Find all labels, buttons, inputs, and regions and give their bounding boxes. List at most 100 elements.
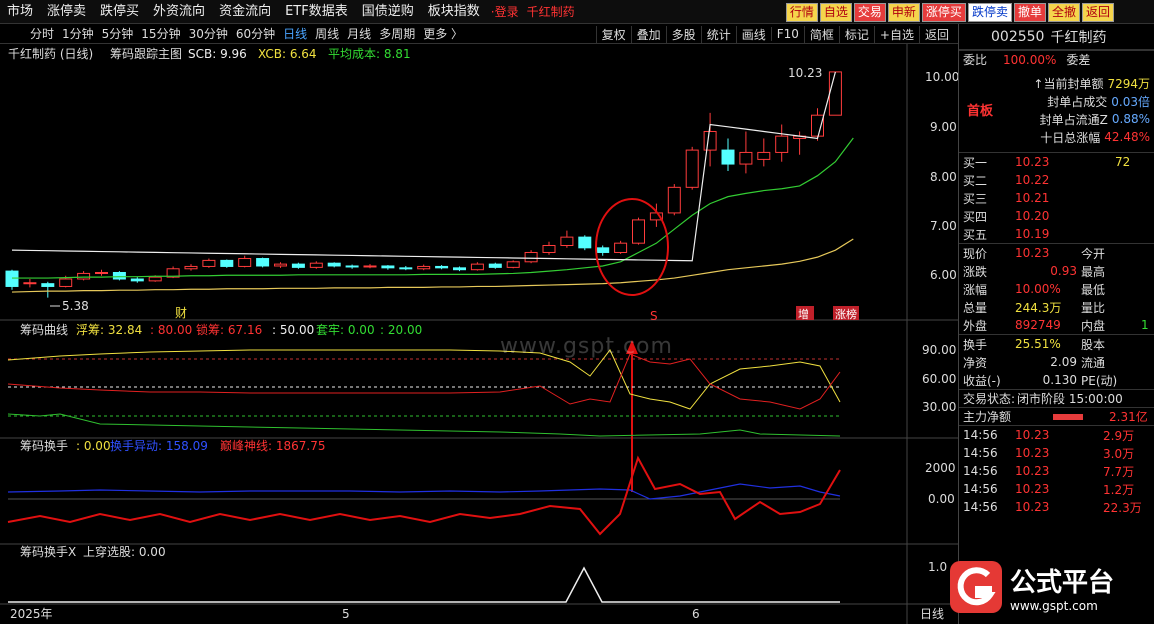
tool-simple-frame[interactable]: 简框	[803, 25, 839, 43]
bid-price: 10.23	[1015, 155, 1050, 169]
p2-name: 筹码曲线	[20, 323, 68, 337]
period-daily[interactable]: 日线	[279, 25, 311, 42]
menu-capital-flow[interactable]: 资金流向	[212, 0, 278, 24]
quote-value: 10.00%	[1015, 282, 1061, 296]
candle-body	[417, 265, 431, 270]
menu-limitdown-buy[interactable]: 跌停买	[93, 0, 146, 24]
marker-zhangbang: 涨榜	[835, 307, 857, 321]
fengdan-cj-row: 封单占成交 0.03倍	[1020, 92, 1150, 110]
menu-etf-table[interactable]: ETF数据表	[278, 0, 355, 24]
trade-button[interactable]: 交易	[853, 3, 886, 22]
fengdan-cj-value: 0.03倍	[1111, 94, 1150, 109]
candle-body	[506, 261, 520, 268]
tool-overlay[interactable]: 叠加	[630, 25, 666, 43]
quote-label: 今开	[1081, 246, 1106, 261]
tick-list: 14:56 10.23 2.9万 14:56 10.23 3.0万 14:56 …	[959, 425, 1154, 516]
candle-body	[184, 265, 198, 270]
period-60min[interactable]: 60分钟	[232, 25, 279, 42]
menu-repo[interactable]: 国债逆购	[355, 0, 421, 24]
chart-tools: 复权 叠加 多股 统计 画线 F10 简框 标记 +自选 返回	[595, 24, 954, 44]
scb-line	[11, 71, 836, 262]
p2-taolao-line	[7, 413, 841, 437]
candle-body	[721, 149, 735, 165]
p3-tick-2000: 2000	[925, 461, 956, 475]
quote-label: 现价	[963, 246, 988, 261]
candle-body	[632, 219, 645, 244]
watchlist-button[interactable]: 自选	[819, 3, 852, 22]
shouban-label: 首板	[967, 104, 994, 119]
tool-multi-stock[interactable]: 多股	[665, 25, 701, 43]
candle-body	[238, 258, 252, 267]
menu-foreign-flow[interactable]: 外资流向	[146, 0, 212, 24]
fengdan-row: ↑当前封单额 7294万	[1020, 74, 1150, 92]
candle-body	[667, 186, 681, 214]
tool-stats[interactable]: 统计	[700, 25, 736, 43]
bid-price: 10.21	[1015, 191, 1050, 205]
cancel-order-button[interactable]: 撤单	[1013, 3, 1046, 22]
chart-area[interactable]: 千红制药 (日线) 筹码跟踪主图 SCB: 9.96 XCB: 6.64 平均成…	[0, 44, 958, 624]
candle-body	[524, 251, 538, 263]
annotation-circle	[595, 198, 669, 296]
p2-tick-90: 90.00	[922, 343, 956, 357]
p2-fuchou: 浮筹: 32.84	[76, 323, 142, 337]
period-tick[interactable]: 分时	[0, 25, 58, 42]
tool-f10[interactable]: F10	[770, 27, 804, 41]
candle-body	[291, 263, 305, 268]
fund-value: 0.130	[1042, 373, 1077, 387]
limitdown-sell-button[interactable]: 跌停卖	[967, 3, 1012, 22]
x-period: 日线	[920, 607, 944, 621]
candle-body	[453, 267, 466, 271]
candle-body	[327, 262, 341, 267]
period-weekly[interactable]: 周线	[311, 25, 343, 42]
status-label: 交易状态:	[963, 392, 1016, 406]
bid-row-3[interactable]: 买三 10.21	[959, 189, 1154, 207]
logo-url: www.gspt.com	[1010, 598, 1098, 613]
limitup-buy-button[interactable]: 涨停买	[921, 3, 966, 22]
login-link[interactable]: ·登录	[487, 3, 523, 20]
high-label: 10.23	[788, 66, 822, 80]
period-1min[interactable]: 1分钟	[58, 25, 98, 42]
fengdan-value: 7294万	[1107, 76, 1150, 91]
tool-adjust[interactable]: 复权	[595, 25, 631, 43]
quote-value: 892749	[1015, 318, 1061, 332]
bid-row-2[interactable]: 买二 10.22	[959, 171, 1154, 189]
menu-sector-index[interactable]: 板块指数	[421, 0, 487, 24]
period-5min[interactable]: 5分钟	[98, 25, 138, 42]
candle-body	[614, 242, 628, 253]
period-monthly[interactable]: 月线	[343, 25, 375, 42]
quote-button[interactable]: 行情	[785, 3, 818, 22]
tool-mark[interactable]: 标记	[838, 25, 874, 43]
period-15min[interactable]: 15分钟	[137, 25, 184, 42]
candle-body	[685, 149, 699, 188]
cancel-all-button[interactable]: 全撤	[1047, 3, 1080, 22]
weibi-value: 100.00%	[1003, 52, 1057, 67]
p2-v20: : 20.00	[380, 323, 422, 337]
shiri-label: 十日总涨幅	[1040, 130, 1101, 145]
top-stock-name: 千红制药	[526, 5, 575, 19]
p2-tick-60: 60.00	[922, 372, 956, 386]
candles-group	[5, 71, 842, 298]
marker-zeng: 增	[798, 307, 809, 321]
bid-row-4[interactable]: 买四 10.20	[959, 207, 1154, 225]
weicha-label: 委差	[1066, 53, 1091, 67]
bid-row-1[interactable]: 买一 10.23 72	[959, 153, 1154, 171]
ipo-button[interactable]: 申新	[887, 3, 920, 22]
menu-market[interactable]: 市场	[0, 0, 40, 24]
bid-row-5[interactable]: 买五 10.19	[959, 225, 1154, 243]
tool-add-watch[interactable]: +自选	[873, 25, 919, 43]
return-button[interactable]: 返回	[1081, 3, 1114, 22]
avg-cost-value: 平均成本: 8.81	[328, 47, 411, 61]
menu-limitup-sell[interactable]: 涨停卖	[40, 0, 93, 24]
period-more[interactable]: 更多 〉	[419, 25, 467, 42]
right-quote-panel: 002550 千红制药 委比 100.00% 委差 首板 ↑当前封单额 7294…	[958, 24, 1154, 624]
fengdan-cj-label: 封单占成交	[1047, 94, 1108, 109]
chart-svg[interactable]: 千红制药 (日线) 筹码跟踪主图 SCB: 9.96 XCB: 6.64 平均成…	[0, 44, 958, 624]
tool-draw[interactable]: 画线	[735, 25, 771, 43]
y-tick-main-0: 10.00	[925, 70, 958, 84]
candle-body	[130, 278, 144, 282]
period-30min[interactable]: 30分钟	[185, 25, 232, 42]
tool-return[interactable]: 返回	[918, 25, 954, 43]
fund-value: 2.09	[1050, 355, 1077, 369]
fund-label: 股本	[1081, 337, 1106, 352]
period-multi[interactable]: 多周期	[375, 25, 419, 42]
